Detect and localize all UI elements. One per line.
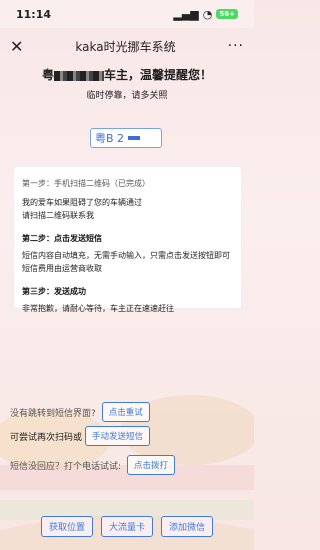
status-indicators: ▂▄▆ ◔ 56+ [173, 8, 238, 21]
nav-bar: ✕ kaka时光挪车系统 ··· [0, 28, 254, 64]
status-bar: 11:14 ▂▄▆ ◔ 56+ [0, 0, 254, 28]
headline-suffix: 车主，温馨提醒您！ [104, 68, 213, 82]
row-call: 短信没回应？打个电话试试: 点击拨打 [10, 455, 176, 475]
headline-prefix: 粤 [41, 68, 54, 82]
card-line-5: 非常抱歉，请耐心等待，车主正在速速赶往 [22, 304, 174, 313]
card-line-4: 短信费用由运营商收取 [22, 264, 102, 273]
retry-question: 没有跳转到短信界面? [10, 408, 96, 419]
step2-title: 第二步：点击发送短信 [22, 234, 102, 243]
page-title: kaka时光挪车系统 [75, 39, 176, 54]
call-button[interactable]: 点击拨打 [127, 455, 176, 475]
status-time: 11:14 [16, 7, 52, 21]
plate-blur [128, 136, 141, 140]
add-wechat-button[interactable]: 添加微信 [161, 516, 214, 537]
plate-text: 粤B 2 [95, 132, 125, 145]
signal-icon: ▂▄▆ [173, 7, 199, 21]
plate-badge: 粤B 2 [90, 128, 162, 148]
headline: 粤 车主，温馨提醒您！ [0, 66, 254, 83]
subheadline: 临时停靠，请多关照 [86, 91, 168, 101]
battery-icon: 56+ [216, 9, 238, 19]
more-icon[interactable]: ··· [228, 38, 244, 54]
row-retry: 没有跳转到短信界面? 点击重试 [10, 402, 150, 422]
card-line-1: 我的爱车如果阻碍了您的车辆通过 [22, 198, 142, 207]
retry-button[interactable]: 点击重试 [101, 402, 150, 422]
wifi-icon: ◔ [202, 7, 213, 21]
close-icon[interactable]: ✕ [10, 37, 23, 56]
instruction-card: 第一步：手机扫描二维码（已完成） 我的爱车如果阻碍了您的车辆通过 请扫描二维码联… [13, 166, 242, 313]
card-line-2: 请扫描二维码联系我 [22, 211, 94, 220]
blurred-plate [54, 70, 104, 81]
card-line-3: 短信内容自动填充，无需手动输入，只需点击发送按钮即可 [22, 251, 230, 260]
data-card-button[interactable]: 大流量卡 [100, 516, 153, 537]
manual-question: 可尝试再次扫码或 [10, 432, 83, 443]
get-location-button[interactable]: 获取位置 [40, 516, 93, 537]
row-manual: 可尝试再次扫码或 手动发送短信 [10, 426, 151, 446]
step3-title: 第三步：发送成功 [22, 287, 86, 296]
call-question: 短信没回应？打个电话试试: [10, 461, 122, 472]
bottom-bar: 获取位置 大流量卡 添加微信 [0, 516, 254, 537]
step1-title: 第一步：手机扫描二维码（已完成） [22, 179, 150, 188]
manual-sms-button[interactable]: 手动发送短信 [85, 426, 151, 446]
